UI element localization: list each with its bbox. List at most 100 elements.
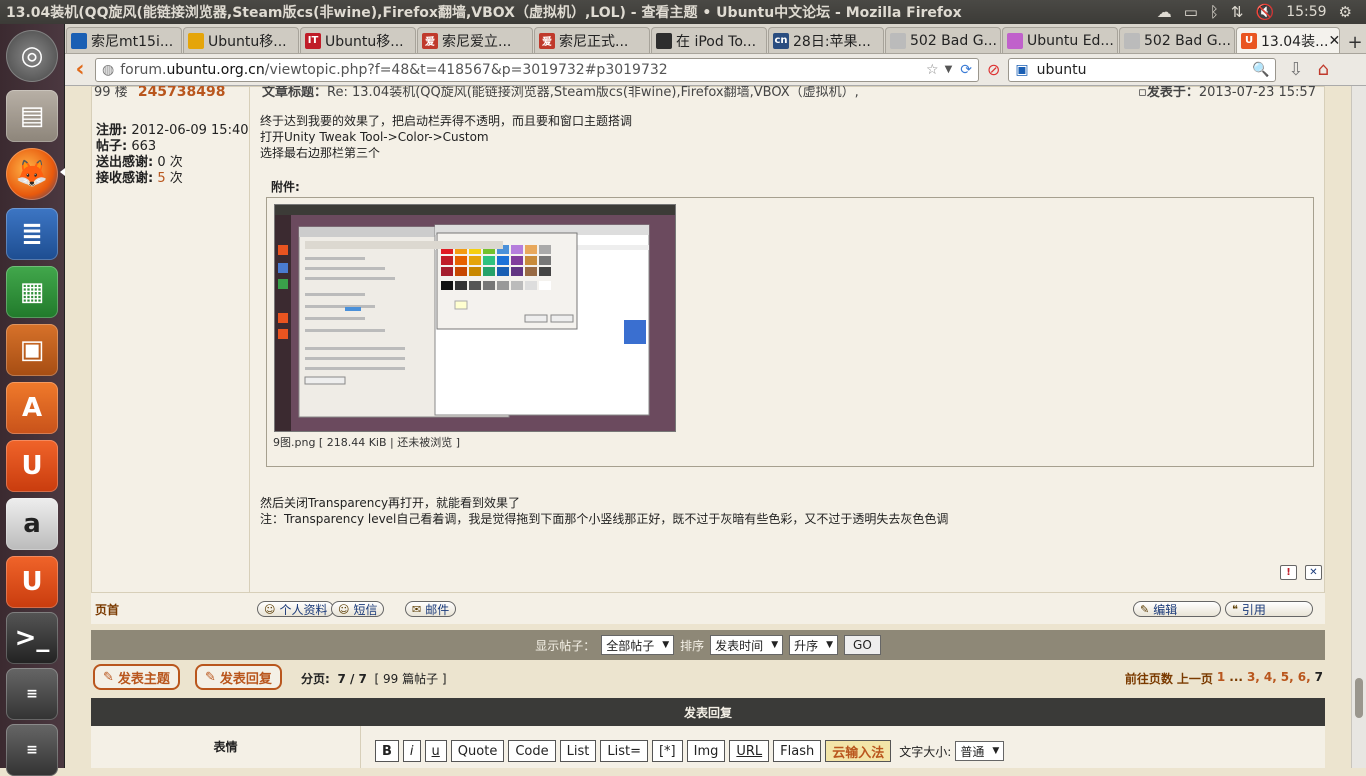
close-tab-icon[interactable]: ✕ bbox=[1328, 33, 1339, 49]
new-topic-button[interactable]: ✎ 发表主题 bbox=[93, 664, 180, 690]
quote-tool-button[interactable]: Quote bbox=[450, 740, 505, 762]
dash-home-icon[interactable]: ◎ bbox=[6, 30, 58, 82]
calc-icon[interactable]: ▦ bbox=[6, 266, 58, 318]
post-date-icon: ▫ bbox=[1138, 86, 1147, 100]
page-link-1[interactable]: 1 bbox=[1217, 670, 1225, 687]
tab[interactable]: IT Ubuntu移... bbox=[300, 27, 416, 53]
attachment-image[interactable] bbox=[274, 204, 676, 432]
bookmark-star-icon[interactable]: ☆ bbox=[926, 62, 939, 78]
quick-reply-header: 发表回复 bbox=[91, 698, 1325, 726]
favicon-icon bbox=[71, 32, 87, 49]
workspace-switcher-icon[interactable]: ≡ bbox=[6, 668, 58, 720]
chevron-down-icon: ▼ bbox=[992, 746, 1000, 756]
favicon-icon: 爱 bbox=[539, 32, 555, 49]
go-button[interactable]: GO bbox=[844, 635, 881, 655]
back-to-top-link[interactable]: 页首 bbox=[95, 601, 119, 618]
tab[interactable]: cn 28日:苹果... bbox=[768, 27, 884, 53]
list-button[interactable]: List bbox=[559, 740, 597, 762]
impress-icon[interactable]: ▣ bbox=[6, 324, 58, 376]
post-date: ▫发表于：2013-07-23 15:57 bbox=[1138, 86, 1316, 100]
tab[interactable]: 在 iPod To... bbox=[651, 27, 767, 53]
power-gear-icon[interactable]: ⚙ bbox=[1339, 3, 1352, 21]
ubuntu-one-icon[interactable]: U bbox=[6, 440, 58, 492]
dropdown-icon[interactable]: ▼ bbox=[945, 64, 953, 75]
bluetooth-icon[interactable]: ᛒ bbox=[1210, 3, 1219, 21]
edit-button[interactable]: ✎ 编辑 bbox=[1133, 601, 1221, 617]
quote-button[interactable]: ❝ 引用 bbox=[1225, 601, 1313, 617]
screenshot-thumbnail bbox=[275, 205, 675, 431]
software-center-icon[interactable]: A bbox=[6, 382, 58, 434]
firefox-icon[interactable]: 🦊 bbox=[6, 148, 58, 200]
amazon-icon[interactable]: a bbox=[6, 498, 58, 550]
post-body-continued: 然后关闭Transparency再打开，就能看到效果了 注：Transparen… bbox=[260, 496, 949, 526]
ubuntu-one-music-icon[interactable]: U bbox=[6, 556, 58, 608]
tab[interactable]: 爱索尼爱立... bbox=[417, 27, 533, 53]
tab[interactable]: 索尼mt15i... bbox=[66, 27, 182, 53]
back-button[interactable]: ‹ bbox=[65, 57, 95, 82]
flash-button[interactable]: Flash bbox=[773, 740, 822, 762]
home-icon[interactable]: ⌂ bbox=[1318, 59, 1329, 80]
tab[interactable]: Ubuntu移... bbox=[183, 27, 299, 53]
tab-active[interactable]: U 13.04装... ✕ bbox=[1236, 27, 1340, 53]
attachment-caption: 9图.png [ 218.44 KiB | 还未被浏览 ] bbox=[273, 436, 461, 449]
page-link-5[interactable]: 5, bbox=[1281, 670, 1294, 687]
tab[interactable]: 502 Bad G... bbox=[1119, 27, 1235, 53]
files-icon[interactable]: ▤ bbox=[6, 90, 58, 142]
favicon-icon bbox=[890, 32, 906, 49]
cloud-ime-button[interactable]: 云输入法 bbox=[825, 740, 892, 762]
network-icon[interactable]: ⇅ bbox=[1231, 3, 1244, 21]
email-button[interactable]: ✉ 邮件 bbox=[405, 601, 457, 617]
show-posts-select[interactable]: 全部帖子 ▼ bbox=[601, 635, 675, 655]
trash-icon[interactable]: ≡ bbox=[6, 724, 58, 776]
page-scrollbar[interactable] bbox=[1351, 86, 1366, 768]
volume-muted-icon[interactable]: 🔇 bbox=[1256, 3, 1275, 21]
profile-button[interactable]: ☺ 个人资料 bbox=[257, 601, 335, 617]
favicon-icon: IT bbox=[305, 32, 321, 49]
battery-icon[interactable]: ▭ bbox=[1184, 3, 1198, 21]
sort-key-select[interactable]: 发表时间 ▼ bbox=[710, 635, 784, 655]
page-link-6[interactable]: 6, bbox=[1298, 670, 1311, 687]
italic-button[interactable]: i bbox=[402, 740, 421, 762]
report-icon[interactable]: ! bbox=[1280, 565, 1297, 580]
writer-icon[interactable]: ≣ bbox=[6, 208, 58, 260]
img-button[interactable]: Img bbox=[686, 740, 726, 762]
url-bar[interactable]: ◍ forum. ubuntu.org.cn/viewtopic.php?f=48… bbox=[95, 57, 979, 82]
search-bar[interactable]: ▣ ubuntu 🔍 bbox=[1008, 57, 1277, 82]
tab[interactable]: 爱索尼正式... bbox=[534, 27, 650, 53]
sort-order-select[interactable]: 升序 ▼ bbox=[789, 635, 839, 655]
post-actions: ! ✕ bbox=[1280, 565, 1322, 580]
downloads-icon[interactable]: ⇩ bbox=[1288, 59, 1303, 80]
cloud-icon[interactable]: ☁ bbox=[1157, 3, 1172, 21]
font-size-label: 文字大小: bbox=[899, 744, 952, 759]
search-icon[interactable]: 🔍 bbox=[1252, 62, 1269, 78]
url-button[interactable]: URL bbox=[729, 740, 770, 762]
page-content: 99 楼 245738498 文章标题：Re: 13.04装机(QQ旋风(能链接… bbox=[65, 86, 1351, 768]
terminal-icon[interactable]: >_ bbox=[6, 612, 58, 664]
page-navigation: 前往页数 上一页 1 ... 3, 4, 5, 6, 7 bbox=[1124, 670, 1323, 687]
user-info: 注册: 2012-06-09 15:40 帖子: 663 送出感谢: 0 次 接… bbox=[96, 123, 249, 186]
post-reply-button[interactable]: ✎ 发表回复 bbox=[195, 664, 282, 690]
goto-page-link[interactable]: 前往页数 bbox=[1125, 670, 1173, 687]
page-link-3[interactable]: 3, bbox=[1247, 670, 1260, 687]
bold-button[interactable]: B bbox=[375, 740, 399, 762]
new-tab-button[interactable]: + bbox=[1344, 32, 1366, 53]
tab[interactable]: Ubuntu Ed... bbox=[1002, 27, 1118, 53]
code-button[interactable]: Code bbox=[508, 740, 556, 762]
adblock-icon[interactable]: ⊘ bbox=[987, 60, 1000, 79]
list-item-button[interactable]: [*] bbox=[651, 740, 683, 762]
search-engine-icon[interactable]: ▣ bbox=[1015, 62, 1028, 78]
font-size-select[interactable]: 普通 ▼ bbox=[955, 741, 1005, 761]
clock[interactable]: 15:59 bbox=[1286, 4, 1326, 20]
warn-close-icon[interactable]: ✕ bbox=[1305, 565, 1322, 580]
prev-page-link[interactable]: 上一页 bbox=[1177, 670, 1213, 687]
scrollbar-thumb[interactable] bbox=[1355, 678, 1363, 718]
tab[interactable]: 502 Bad G... bbox=[885, 27, 1001, 53]
ordered-list-button[interactable]: List= bbox=[600, 740, 648, 762]
pm-button[interactable]: ☺ 短信 bbox=[331, 601, 385, 617]
system-tray: ☁ ▭ ᛒ ⇅ 🔇 15:59 ⚙ bbox=[1157, 3, 1366, 21]
thanks-count-link[interactable]: 5 bbox=[157, 171, 165, 186]
unity-launcher: ◎ ▤ 🦊 ≣ ▦ ▣ A U a U >_ ≡ ≡ bbox=[0, 24, 65, 776]
page-link-4[interactable]: 4, bbox=[1264, 670, 1277, 687]
underline-button[interactable]: u bbox=[424, 740, 447, 762]
reload-icon[interactable]: ⟳ bbox=[960, 62, 972, 78]
